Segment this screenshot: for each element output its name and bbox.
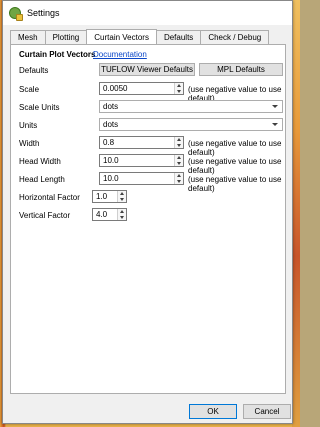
scale-value: 0.0050: [103, 84, 128, 93]
spin-arrows-icon[interactable]: [174, 137, 183, 148]
map-strip: [292, 0, 300, 427]
title-bar: Settings: [3, 1, 292, 25]
head-width-value: 10.0: [103, 156, 119, 165]
scale-units-value: dots: [103, 102, 119, 111]
units-value: dots: [103, 120, 119, 129]
tab-check-debug[interactable]: Check / Debug: [200, 30, 270, 44]
spin-arrows-icon[interactable]: [174, 173, 183, 184]
head-width-spinbox[interactable]: 10.0: [99, 154, 184, 167]
head-length-hint: (use negative value to use default): [188, 175, 282, 193]
horizontal-factor-spinbox[interactable]: 1.0: [92, 190, 127, 203]
vertical-factor-label: Vertical Factor: [19, 211, 71, 220]
documentation-link[interactable]: Documentation: [93, 50, 147, 59]
horizontal-factor-value: 1.0: [96, 192, 108, 201]
units-select[interactable]: dots: [99, 118, 283, 131]
head-length-spinbox[interactable]: 10.0: [99, 172, 184, 185]
head-width-label: Head Width: [19, 157, 61, 166]
chevron-down-icon: [272, 123, 278, 126]
defaults-label: Defaults: [19, 66, 49, 75]
tab-curtain-vectors[interactable]: Curtain Vectors: [86, 29, 157, 44]
tab-mesh[interactable]: Mesh: [10, 30, 46, 44]
tuflow-viewer-defaults-button[interactable]: TUFLOW Viewer Defaults: [99, 63, 195, 76]
window-title: Settings: [27, 8, 60, 18]
width-value: 0.8: [103, 138, 115, 147]
tab-defaults[interactable]: Defaults: [155, 30, 202, 44]
scale-units-label: Scale Units: [19, 103, 60, 112]
chevron-down-icon: [272, 105, 278, 108]
scale-units-select[interactable]: dots: [99, 100, 283, 113]
scale-spinbox[interactable]: 0.0050: [99, 82, 184, 95]
width-spinbox[interactable]: 0.8: [99, 136, 184, 149]
vertical-factor-spinbox[interactable]: 4.0: [92, 208, 127, 221]
ok-button[interactable]: OK: [189, 404, 237, 419]
mpl-defaults-button[interactable]: MPL Defaults: [199, 63, 283, 76]
vertical-factor-value: 4.0: [96, 210, 108, 219]
width-hint: (use negative value to use default): [188, 139, 282, 157]
tab-plotting[interactable]: Plotting: [44, 30, 88, 44]
scale-label: Scale: [19, 85, 40, 94]
qgis-logo-icon: [9, 7, 23, 21]
width-label: Width: [19, 139, 40, 148]
spin-arrows-icon[interactable]: [174, 83, 183, 94]
units-label: Units: [19, 121, 38, 130]
head-length-label: Head Length: [19, 175, 65, 184]
spin-arrows-icon[interactable]: [117, 209, 126, 220]
horizontal-factor-label: Horizontal Factor: [19, 193, 80, 202]
curtain-vectors-panel: Curtain Plot Vectors Documentation Defau…: [10, 44, 286, 394]
cancel-button[interactable]: Cancel: [243, 404, 291, 419]
spin-arrows-icon[interactable]: [117, 191, 126, 202]
tab-bar: Mesh Plotting Curtain Vectors Defaults C…: [10, 29, 270, 44]
spin-arrows-icon[interactable]: [174, 155, 183, 166]
head-length-value: 10.0: [103, 174, 119, 183]
settings-dialog: Settings Mesh Plotting Curtain Vectors D…: [2, 0, 293, 424]
head-width-hint: (use negative value to use default): [188, 157, 282, 175]
section-heading: Curtain Plot Vectors: [19, 50, 96, 59]
